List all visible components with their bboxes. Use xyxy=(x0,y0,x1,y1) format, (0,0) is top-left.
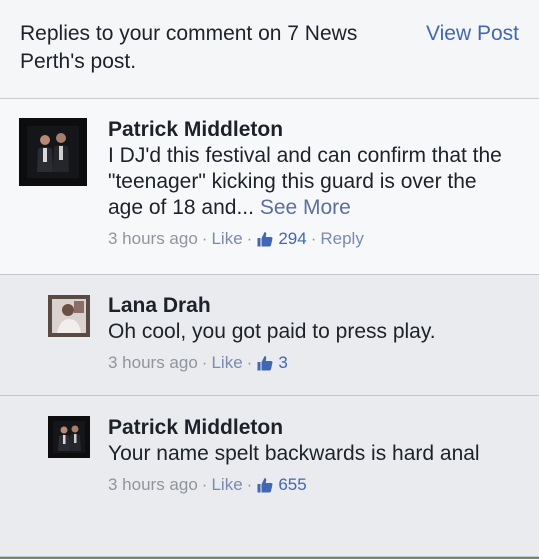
meta-separator: · xyxy=(246,229,253,248)
comment-item: Patrick Middleton I DJ'd this festival a… xyxy=(0,99,539,275)
notification-title: Replies to your comment on 7 News Perth'… xyxy=(20,22,358,73)
reply-item: Patrick Middleton Your name spelt backwa… xyxy=(0,396,539,557)
comment-timestamp[interactable]: 3 hours ago xyxy=(108,352,198,374)
avatar[interactable] xyxy=(48,416,90,458)
avatar[interactable] xyxy=(48,295,90,337)
comment-body: Lana Drah Oh cool, you got paid to press… xyxy=(108,293,515,374)
comment-author[interactable]: Patrick Middleton xyxy=(108,117,515,143)
avatar[interactable] xyxy=(19,118,87,186)
comment-text: Your name spelt backwards is hard anal xyxy=(108,442,480,465)
comment-author[interactable]: Lana Drah xyxy=(108,293,515,319)
thumbs-up-icon[interactable] xyxy=(256,230,274,248)
comment-meta: 3 hours ago · Like · 294 · Reply xyxy=(108,228,515,250)
profile-photo-icon xyxy=(48,416,90,458)
comment-meta: 3 hours ago · Like · 3 xyxy=(108,352,515,374)
notification-panel: Replies to your comment on 7 News Perth'… xyxy=(0,0,539,559)
like-count[interactable]: 3 xyxy=(278,352,287,374)
notification-header: Replies to your comment on 7 News Perth'… xyxy=(0,0,539,99)
meta-separator: · xyxy=(201,229,208,248)
comment-timestamp[interactable]: 3 hours ago xyxy=(108,228,198,250)
profile-photo-icon xyxy=(48,295,90,337)
thumbs-up-icon[interactable] xyxy=(256,476,274,494)
see-more-link[interactable]: See More xyxy=(260,196,351,219)
comment-body: Patrick Middleton I DJ'd this festival a… xyxy=(108,117,515,250)
reply-item: Lana Drah Oh cool, you got paid to press… xyxy=(0,275,539,396)
like-button[interactable]: Like xyxy=(211,352,242,374)
like-count[interactable]: 655 xyxy=(278,474,306,496)
like-button[interactable]: Like xyxy=(211,228,242,250)
like-count[interactable]: 294 xyxy=(278,228,306,250)
meta-separator: · xyxy=(201,353,208,372)
comment-timestamp[interactable]: 3 hours ago xyxy=(108,474,198,496)
comment-meta: 3 hours ago · Like · 655 xyxy=(108,474,515,496)
meta-separator: · xyxy=(246,353,253,372)
view-post-link[interactable]: View Post xyxy=(426,20,519,48)
comment-text: I DJ'd this festival and can confirm tha… xyxy=(108,143,515,221)
comment-author[interactable]: Patrick Middleton xyxy=(108,415,515,441)
profile-photo-icon xyxy=(19,118,87,186)
meta-separator: · xyxy=(246,475,253,494)
like-button[interactable]: Like xyxy=(211,474,242,496)
meta-separator: · xyxy=(310,229,317,248)
thumbs-up-icon[interactable] xyxy=(256,354,274,372)
comment-body: Patrick Middleton Your name spelt backwa… xyxy=(108,415,515,496)
comment-text: Oh cool, you got paid to press play. xyxy=(108,320,436,343)
reply-button[interactable]: Reply xyxy=(320,228,363,250)
meta-separator: · xyxy=(201,475,208,494)
